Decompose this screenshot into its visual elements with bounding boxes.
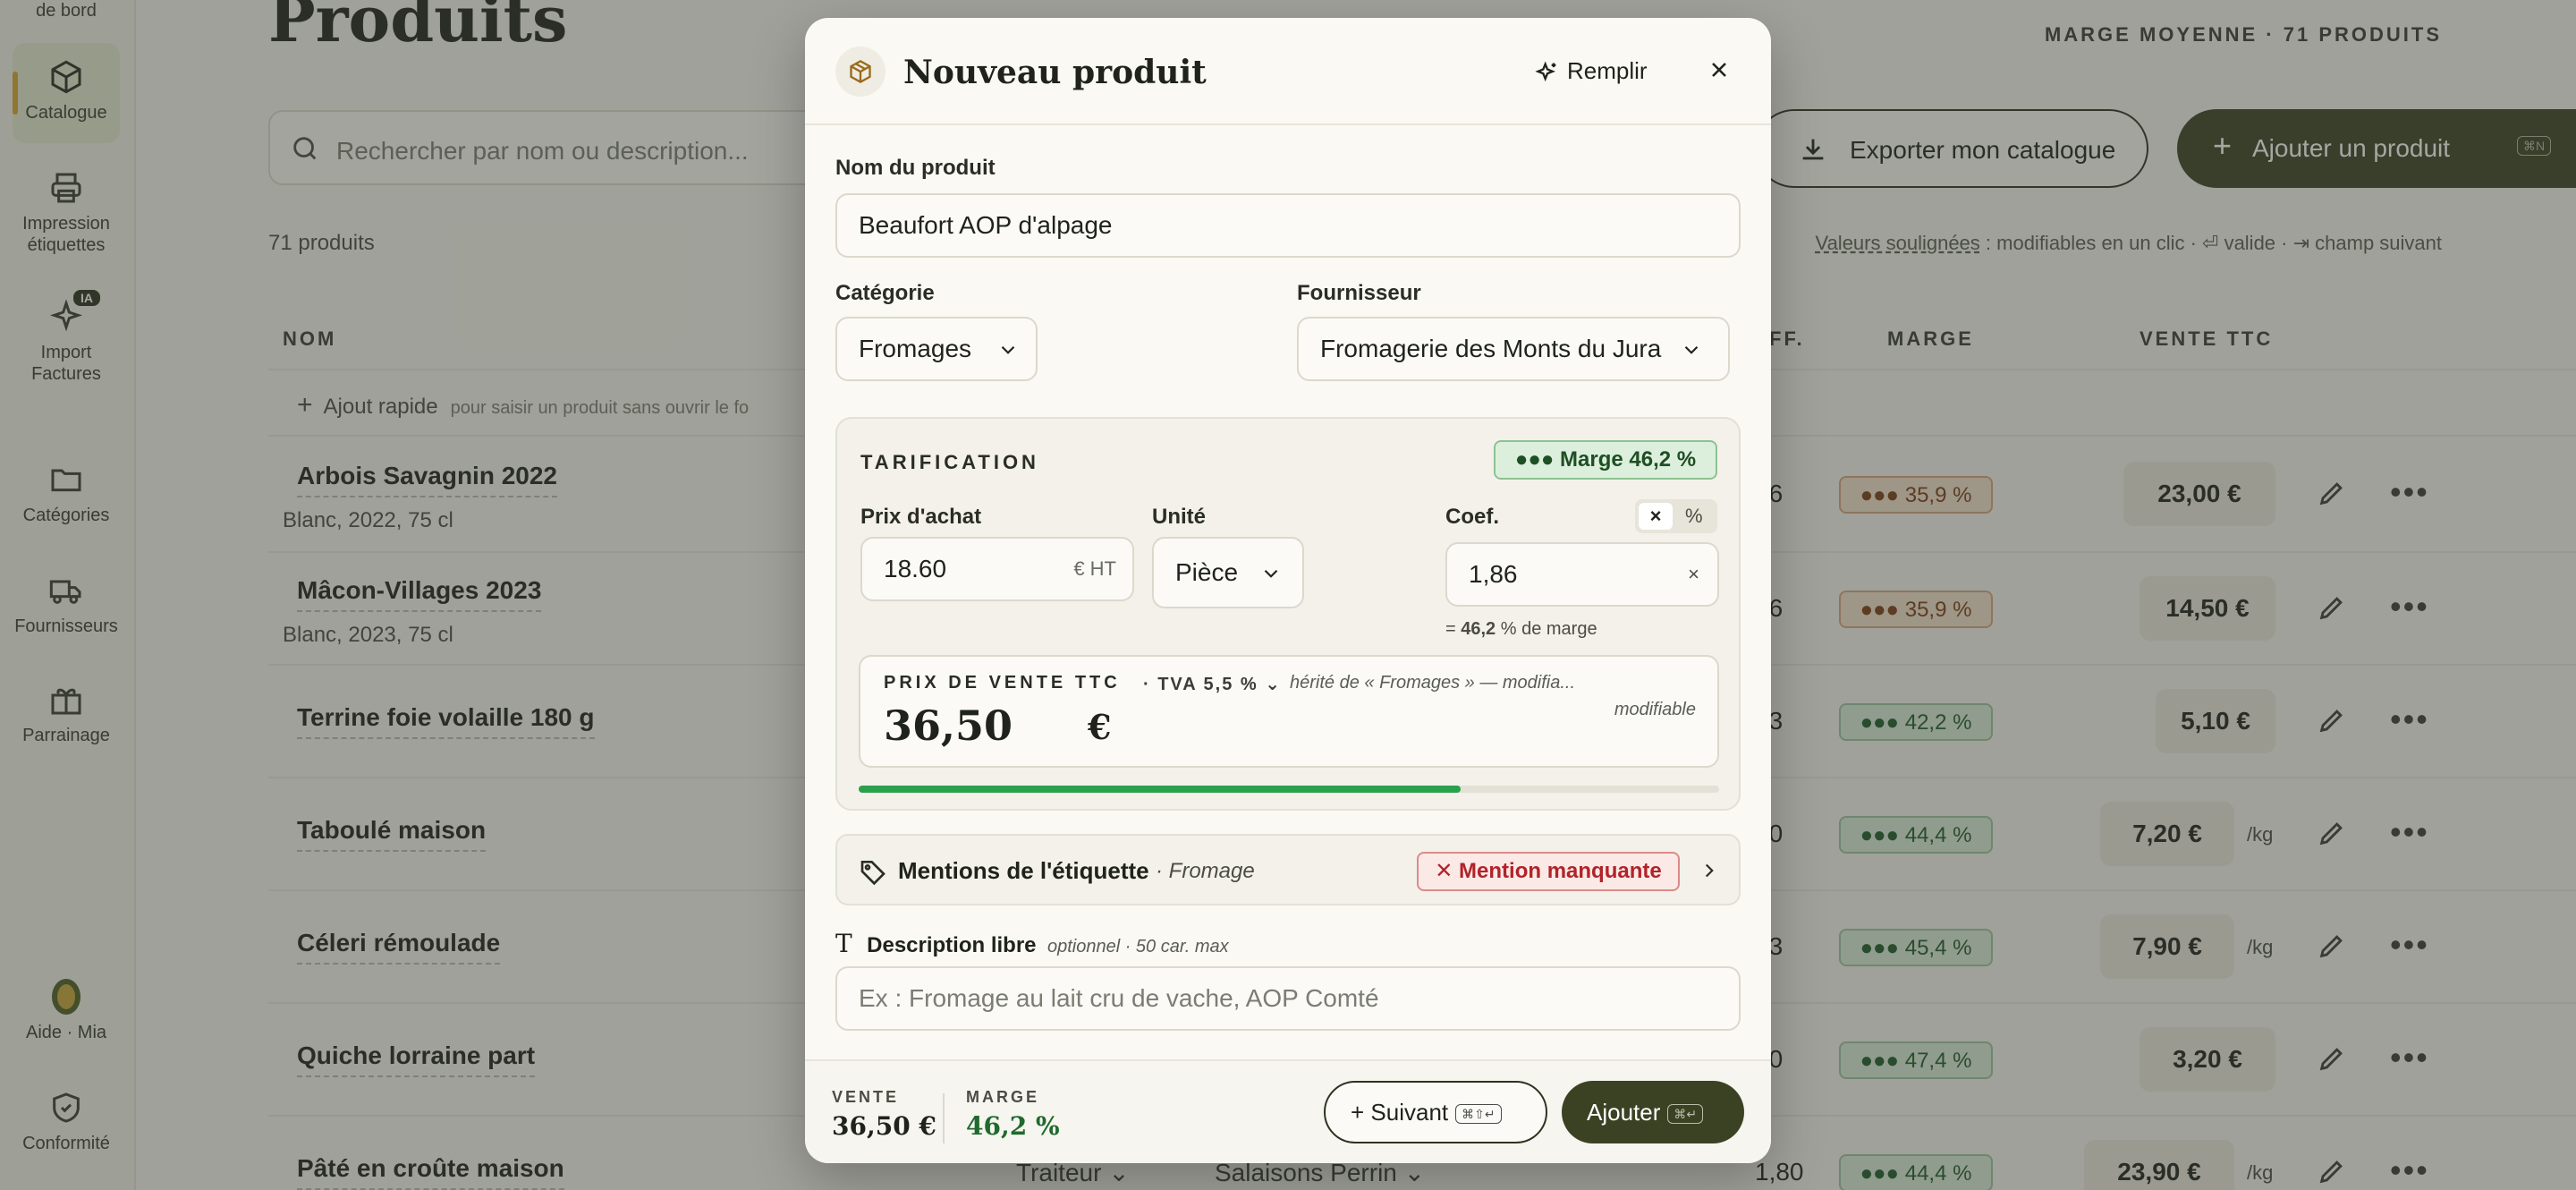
name-label: Nom du produit	[835, 156, 996, 180]
margin-progress-fill	[859, 786, 1462, 793]
modifiable-note: modifiable	[1614, 700, 1696, 719]
coef-margin-note: = 46,2 % de marge	[1445, 619, 1597, 639]
package-icon	[835, 47, 886, 97]
text-icon: T	[835, 929, 852, 958]
supplier-select[interactable]: Fromagerie des Monts du Jura	[1297, 317, 1730, 381]
clear-icon[interactable]: ×	[1688, 544, 1699, 605]
unit-label: Unité	[1152, 505, 1206, 529]
sparkle-icon	[1535, 61, 1556, 82]
vat-select[interactable]: · TVA 5,5 % ⌄	[1143, 673, 1282, 695]
footer-margin-label: MARGE	[966, 1088, 1039, 1106]
autofill-button[interactable]: Remplir	[1535, 57, 1648, 85]
category-label: Catégorie	[835, 281, 935, 305]
purchase-price-label: Prix d'achat	[860, 505, 982, 529]
sale-price-label: PRIX DE VENTE TTC	[884, 673, 1121, 693]
footer-margin-value: 46,2 %	[966, 1111, 1060, 1141]
product-name-input[interactable]: Beaufort AOP d'alpage	[835, 193, 1741, 258]
chevron-down-icon	[1264, 569, 1278, 578]
label-mentions-row[interactable]: Mentions de l'étiquette · Fromage ✕ Ment…	[835, 834, 1741, 905]
footer-sale-label: VENTE	[832, 1088, 900, 1106]
supplier-label: Fournisseur	[1297, 281, 1421, 305]
dialog-title: Nouveau produit	[903, 54, 1207, 91]
purchase-price-input[interactable]: 18.60 € HT	[860, 537, 1134, 601]
currency-symbol: €	[1088, 707, 1112, 747]
coef-mode-toggle[interactable]: × %	[1635, 499, 1717, 533]
sale-price-box[interactable]: PRIX DE VENTE TTC · TVA 5,5 % ⌄ hérité d…	[859, 655, 1719, 768]
margin-progress-bar	[859, 786, 1719, 793]
missing-mention-badge: ✕ Mention manquante	[1417, 852, 1680, 891]
tag-icon	[860, 861, 886, 886]
unit-select[interactable]: Pièce	[1152, 537, 1304, 608]
pricing-title: TARIFICATION	[860, 451, 1039, 473]
coef-input[interactable]: 1,86 ×	[1445, 542, 1719, 607]
dialog-footer: VENTE 36,50 € MARGE 46,2 % + Suivant ⌘⇧↵ …	[805, 1059, 1771, 1163]
vat-inherit-note: hérité de « Fromages » — modifia...	[1290, 673, 1576, 693]
chevron-right-icon	[1705, 863, 1714, 878]
new-product-dialog: Nouveau produit Remplir Nom du produit B…	[805, 18, 1771, 1163]
pricing-section: TARIFICATION ●●● Marge 46,2 % Prix d'ach…	[835, 417, 1741, 811]
chevron-down-icon	[1001, 345, 1015, 354]
add-button[interactable]: Ajouter ⌘↵	[1562, 1081, 1744, 1143]
add-and-next-button[interactable]: + Suivant ⌘⇧↵	[1324, 1081, 1547, 1143]
margin-badge: ●●● Marge 46,2 %	[1494, 440, 1717, 480]
description-label-row: T Description libre optionnel · 50 car. …	[835, 929, 1229, 958]
multiply-mode[interactable]: ×	[1639, 503, 1673, 530]
category-select[interactable]: Fromages	[835, 317, 1038, 381]
sale-price-value[interactable]: 36,50	[884, 701, 1013, 750]
footer-sale-value: 36,50 €	[832, 1111, 936, 1141]
chevron-down-icon	[1684, 345, 1699, 354]
coef-label: Coef.	[1445, 505, 1499, 529]
dialog-header: Nouveau produit Remplir	[805, 18, 1771, 125]
footer-divider	[943, 1093, 945, 1143]
close-icon[interactable]	[1707, 57, 1732, 82]
description-input[interactable]: Ex : Fromage au lait cru de vache, AOP C…	[835, 966, 1741, 1031]
percent-mode[interactable]: %	[1685, 503, 1703, 530]
